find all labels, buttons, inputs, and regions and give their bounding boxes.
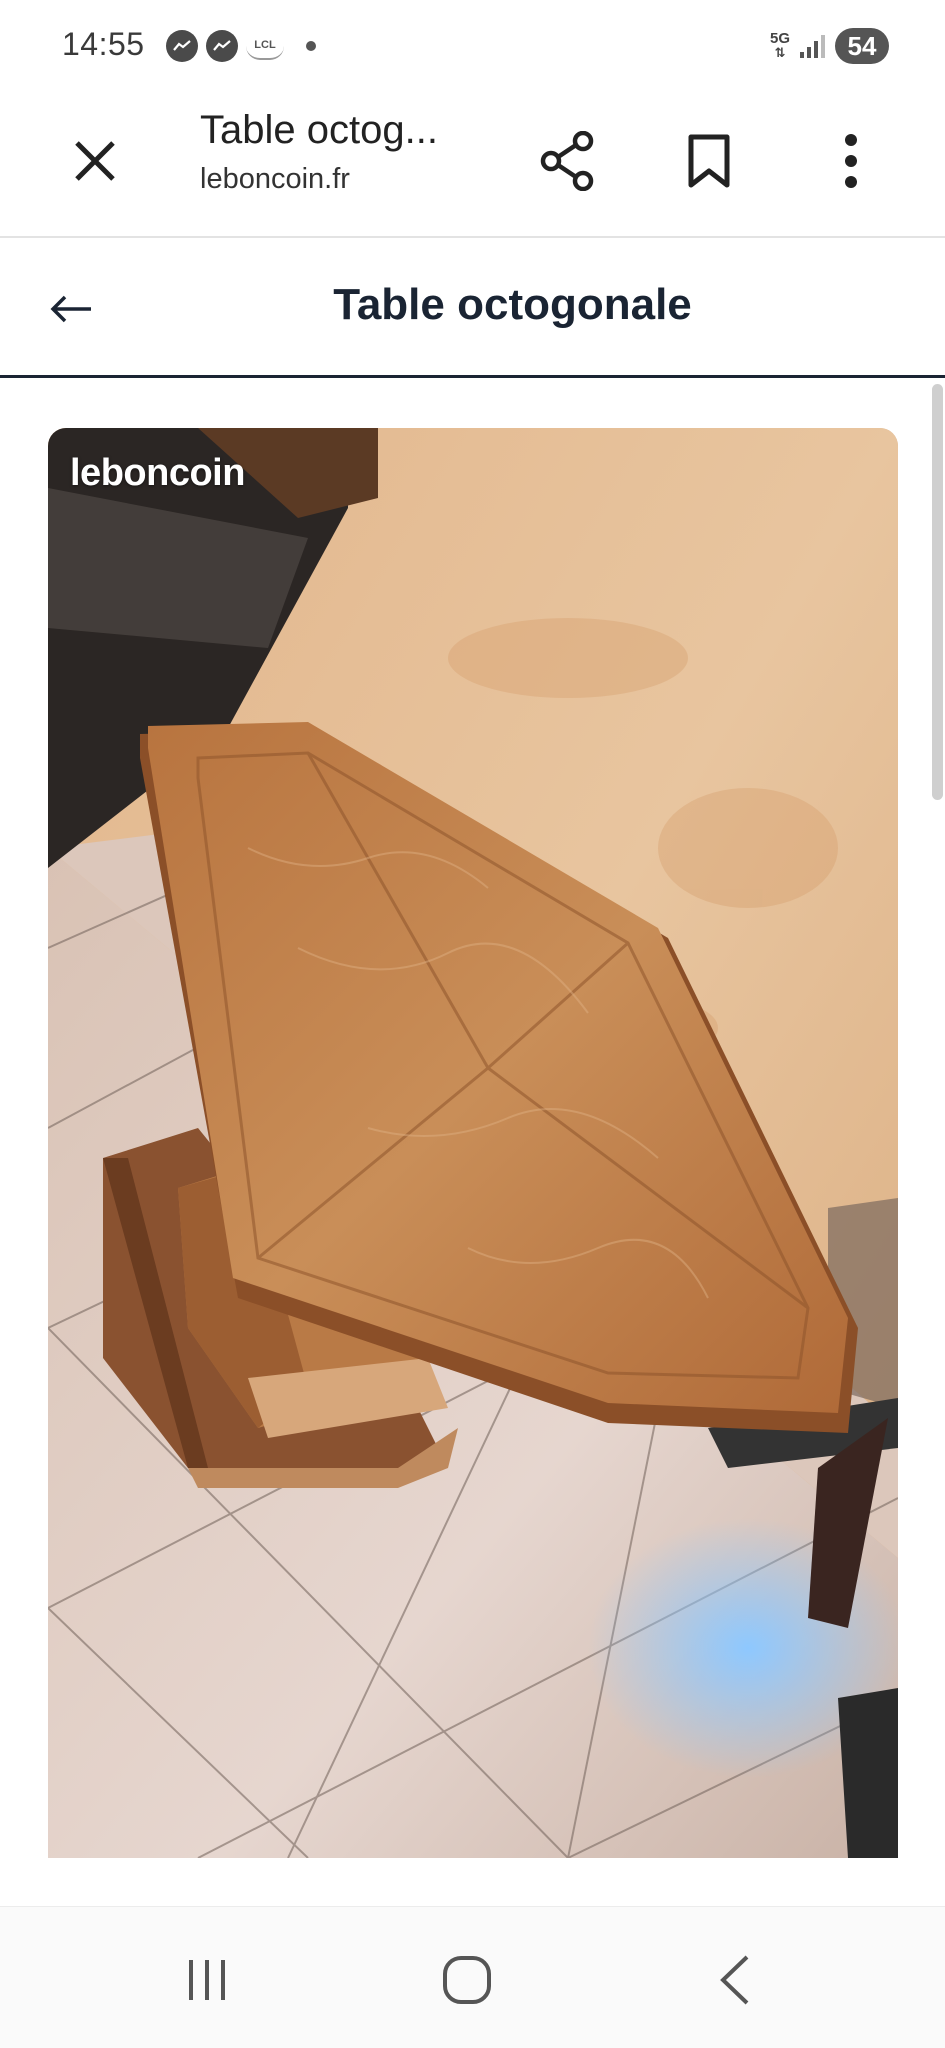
close-button[interactable] — [60, 126, 130, 196]
messenger-icon — [206, 30, 238, 62]
bookmark-icon — [688, 134, 730, 188]
system-navigation-bar — [0, 1906, 945, 2048]
page-header: Table octogonale — [0, 240, 945, 378]
network-5g-icon: 5G ⇅ — [769, 30, 790, 60]
close-icon — [75, 141, 115, 181]
more-vertical-icon — [845, 134, 857, 188]
leboncoin-watermark: leboncoin — [70, 452, 245, 494]
battery-indicator: 54 — [835, 28, 889, 64]
system-icons: 5G ⇅ 54 — [770, 28, 889, 64]
messenger-icon — [166, 30, 198, 62]
home-icon — [443, 1956, 491, 2004]
toolbar-title-block[interactable]: Table octog... leboncoin.fr — [200, 108, 500, 196]
more-options-button[interactable] — [816, 126, 886, 196]
system-back-button[interactable] — [700, 1945, 770, 2015]
chevron-left-icon — [720, 1955, 749, 2005]
photo-image — [48, 428, 898, 1858]
home-button[interactable] — [432, 1945, 502, 2015]
recent-apps-icon — [189, 1960, 225, 2000]
signal-icon — [800, 34, 825, 58]
browser-toolbar: Table octog... leboncoin.fr — [0, 92, 945, 238]
notification-icons: LCL — [166, 30, 316, 62]
share-button[interactable] — [532, 126, 602, 196]
status-time: 14:55 — [62, 26, 145, 62]
lcl-icon: LCL — [246, 32, 284, 60]
toolbar-title: Table octog... — [200, 108, 438, 152]
bookmark-button[interactable] — [674, 126, 744, 196]
scrollbar[interactable] — [932, 384, 943, 800]
status-bar: 14:55 LCL 5G ⇅ 54 — [0, 0, 945, 92]
listing-photo[interactable]: leboncoin — [48, 428, 898, 1858]
recent-apps-button[interactable] — [172, 1945, 242, 2015]
page-title: Table octogonale — [333, 280, 692, 329]
toolbar-url: leboncoin.fr — [200, 163, 350, 195]
more-notifications-icon — [306, 41, 316, 51]
share-icon — [540, 131, 594, 191]
